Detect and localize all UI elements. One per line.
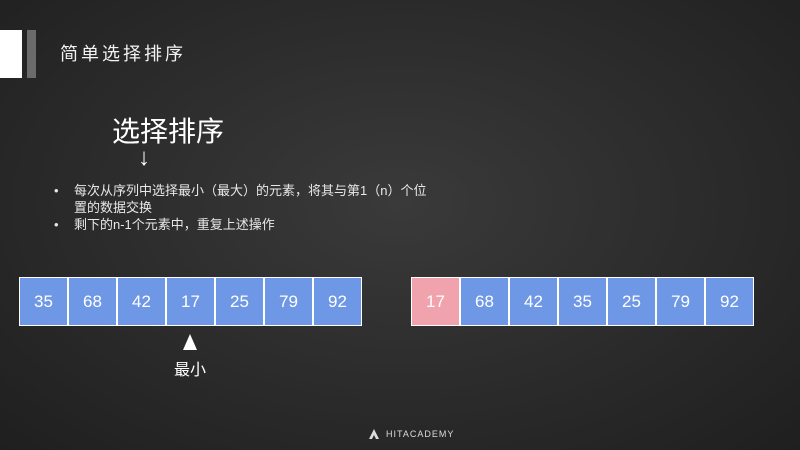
array-cell-swapped: 17 <box>411 277 460 326</box>
array-cell: 35 <box>19 277 68 326</box>
brand-logo: HITACADEMY <box>368 428 454 440</box>
array-cell: 79 <box>264 277 313 326</box>
bullet-list: • 每次从序列中选择最小（最大）的元素，将其与第1（n）个位置的数据交换 • 剩… <box>54 182 434 233</box>
logo-mark-icon <box>369 429 379 439</box>
main-heading: 选择排序 <box>112 116 225 147</box>
up-triangle-icon <box>183 334 197 350</box>
bullet-text: 剩下的n-1个元素中，重复上述操作 <box>74 217 275 232</box>
array-before: 35 68 42 17 25 79 92 <box>19 277 362 326</box>
array-cell: 68 <box>68 277 117 326</box>
array-cell: 42 <box>509 277 558 326</box>
array-cell: 35 <box>558 277 607 326</box>
min-label: 最小 <box>174 362 207 379</box>
logo-text: HITACADEMY <box>386 429 455 439</box>
bullet-dot-icon: • <box>54 217 59 232</box>
bullet-item: • 每次从序列中选择最小（最大）的元素，将其与第1（n）个位置的数据交换 <box>54 182 434 216</box>
array-cell: 79 <box>656 277 705 326</box>
array-cell: 25 <box>607 277 656 326</box>
slide-title: 简单选择排序 <box>60 44 186 64</box>
array-cell: 42 <box>117 277 166 326</box>
array-cell: 25 <box>215 277 264 326</box>
bullet-item: • 剩下的n-1个元素中，重复上述操作 <box>54 216 434 233</box>
header-accent-bar-gray <box>27 30 36 78</box>
array-cell: 92 <box>705 277 754 326</box>
array-cell: 92 <box>313 277 362 326</box>
header-accent-bar-white <box>0 30 22 78</box>
bullet-dot-icon: • <box>54 183 59 198</box>
down-arrow-icon: ↓ <box>138 144 150 171</box>
array-cell: 68 <box>460 277 509 326</box>
array-cell-min: 17 <box>166 277 215 326</box>
bullet-text: 每次从序列中选择最小（最大）的元素，将其与第1（n）个位置的数据交换 <box>74 183 427 215</box>
array-after: 17 68 42 35 25 79 92 <box>411 277 754 326</box>
